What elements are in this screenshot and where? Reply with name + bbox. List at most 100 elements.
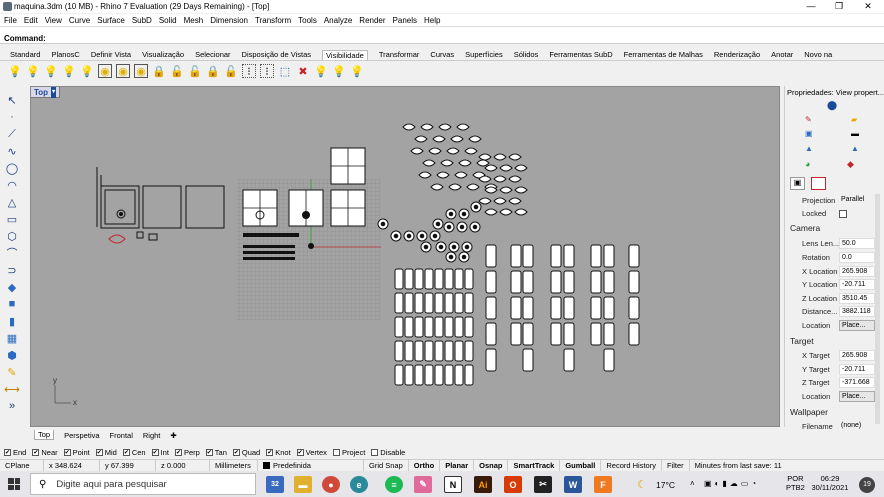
tab-visualizacao[interactable]: Visualização: [142, 50, 184, 59]
osnap-checkbox[interactable]: ✔: [296, 448, 304, 456]
osnap-perp[interactable]: ✔ Perp: [174, 448, 200, 457]
shade-toggle-icon[interactable]: 💡: [314, 64, 328, 78]
tab-novo-na[interactable]: Novo na: [804, 50, 832, 59]
layer-selector[interactable]: Predefinida: [258, 459, 364, 472]
solid-tools-icon[interactable]: ⬢: [4, 347, 20, 363]
select-arrow-icon[interactable]: ↖: [4, 92, 20, 108]
menu-dimension[interactable]: Dimension: [210, 16, 248, 25]
hide-objects-icon[interactable]: 💡: [26, 64, 40, 78]
top-viewport[interactable]: Top ▾ y x: [30, 86, 780, 427]
select-crossing-icon[interactable]: ⬚: [278, 64, 292, 78]
unlock-selected-icon[interactable]: 🔓: [188, 64, 202, 78]
file-explorer-icon[interactable]: ▬: [294, 476, 312, 493]
color-wheel-icon[interactable]: ◕: [805, 159, 810, 169]
menu-surface[interactable]: Surface: [97, 16, 125, 25]
curve-icon[interactable]: ∿: [4, 143, 20, 159]
tab-disposicao-de-vistas[interactable]: Disposição de Vistas: [242, 50, 311, 59]
gumball-toggle[interactable]: Gumball: [560, 459, 602, 472]
smarttrack-toggle[interactable]: SmartTrack: [508, 459, 561, 472]
distance-input[interactable]: 3882.118: [839, 306, 875, 317]
image-icon[interactable]: ▣: [805, 129, 813, 138]
osnap-checkbox[interactable]: ✔: [174, 448, 182, 456]
language-indicator[interactable]: POR PTB2: [786, 474, 805, 492]
polyline-icon[interactable]: ⟋: [4, 126, 20, 142]
target-place-button[interactable]: Place...: [839, 391, 875, 402]
point-icon[interactable]: ·: [4, 109, 20, 125]
view-tab-perspetiva[interactable]: Perspetiva: [64, 431, 99, 440]
minimize-button[interactable]: —: [796, 0, 826, 13]
osnap-near[interactable]: ✔ Near: [32, 448, 58, 457]
render-icon[interactable]: ⬤: [827, 100, 837, 111]
rotation-input[interactable]: 0.0: [839, 252, 875, 263]
tab-curvas[interactable]: Curvas: [430, 50, 454, 59]
menu-render[interactable]: Render: [359, 16, 385, 25]
osnap-knot[interactable]: ✔ Knot: [266, 448, 291, 457]
menu-panels[interactable]: Panels: [393, 16, 417, 25]
offset-icon[interactable]: ⊃: [4, 262, 20, 278]
lens-length-input[interactable]: 50.0: [839, 238, 875, 249]
isolate-icon[interactable]: 🔓: [224, 64, 238, 78]
z-target-input[interactable]: -371.668: [839, 377, 875, 388]
capcut-icon[interactable]: ✂: [534, 476, 552, 493]
planar-toggle[interactable]: Planar: [440, 459, 475, 472]
tab-superficies[interactable]: Superfícies: [465, 50, 503, 59]
tab-visibilidade[interactable]: Visibilidade: [322, 49, 368, 60]
grid-snap-toggle[interactable]: Grid Snap: [364, 459, 409, 472]
news-widget-icon[interactable]: 32: [266, 476, 284, 493]
word-icon[interactable]: W: [564, 476, 582, 493]
osnap-int[interactable]: ✔ Int: [151, 448, 169, 457]
weather-icon[interactable]: ☾: [637, 478, 647, 491]
illustrator-icon[interactable]: Ai: [474, 476, 492, 493]
view-tab-frontal[interactable]: Frontal: [110, 431, 133, 440]
osnap-vertex[interactable]: ✔ Vertex: [296, 448, 327, 457]
foxit-icon[interactable]: F: [594, 476, 612, 493]
show-points-icon[interactable]: ◉: [98, 64, 112, 78]
osnap-checkbox[interactable]: ✔: [151, 448, 159, 456]
osnap-project[interactable]: Project: [332, 448, 365, 457]
office-icon[interactable]: O: [504, 476, 522, 493]
projection-select[interactable]: Parallel: [839, 195, 875, 206]
view-tab-right[interactable]: Right: [143, 431, 161, 440]
notion-icon[interactable]: N: [444, 476, 462, 493]
filename-value[interactable]: (none): [839, 421, 875, 432]
layer-off-icon[interactable]: 💡: [350, 64, 364, 78]
weather-temp[interactable]: 17°C: [656, 480, 675, 490]
bell-icon[interactable]: ▲: [805, 144, 813, 153]
menu-tools[interactable]: Tools: [298, 16, 317, 25]
show-selected-icon[interactable]: 💡: [44, 64, 58, 78]
swap-hidden-icon[interactable]: 💡: [62, 64, 76, 78]
tab-solidos[interactable]: Sólidos: [514, 50, 539, 59]
units-label[interactable]: Millimeters: [210, 459, 258, 472]
box-icon[interactable]: ■: [4, 296, 20, 312]
menu-solid[interactable]: Solid: [159, 16, 177, 25]
osnap-quad[interactable]: ✔ Quad: [232, 448, 260, 457]
notification-icon[interactable]: ▲: [851, 144, 859, 153]
more-tools-icon[interactable]: »: [4, 398, 20, 414]
z-location-input[interactable]: 3510.45: [839, 293, 875, 304]
osnap-cen[interactable]: ✔ Cen: [122, 448, 146, 457]
edge-icon[interactable]: e: [350, 476, 368, 493]
osnap-checkbox[interactable]: [332, 448, 340, 456]
menu-mesh[interactable]: Mesh: [184, 16, 204, 25]
camera-place-button[interactable]: Place...: [839, 320, 875, 331]
osnap-end[interactable]: ✔ End: [4, 448, 26, 457]
tab-planosc[interactable]: PlanosC: [51, 50, 79, 59]
clock[interactable]: 06:29 30/11/2021: [808, 474, 852, 492]
menu-file[interactable]: File: [4, 16, 17, 25]
camera-tab-icon[interactable]: ▣: [790, 177, 805, 190]
osnap-disable[interactable]: Disable: [371, 448, 405, 457]
fillet-icon[interactable]: ⌒: [4, 245, 20, 261]
ortho-toggle[interactable]: Ortho: [409, 459, 441, 472]
tab-renderizacao[interactable]: Renderização: [714, 50, 760, 59]
y-target-input[interactable]: -20.711: [839, 364, 875, 375]
tray-icons[interactable]: ▣◐▮☁▭◔: [704, 479, 759, 488]
view-tab-top[interactable]: Top: [34, 430, 55, 440]
menu-help[interactable]: Help: [424, 16, 440, 25]
monitor-icon[interactable]: ▬: [851, 129, 859, 138]
osnap-checkbox[interactable]: ✔: [32, 448, 40, 456]
osnap-mid[interactable]: ✔ Mid: [95, 448, 117, 457]
triangle-icon[interactable]: △: [4, 194, 20, 210]
menu-curve[interactable]: Curve: [69, 16, 90, 25]
osnap-checkbox[interactable]: [371, 448, 379, 456]
grid-points-icon[interactable]: ⁝: [242, 64, 256, 78]
